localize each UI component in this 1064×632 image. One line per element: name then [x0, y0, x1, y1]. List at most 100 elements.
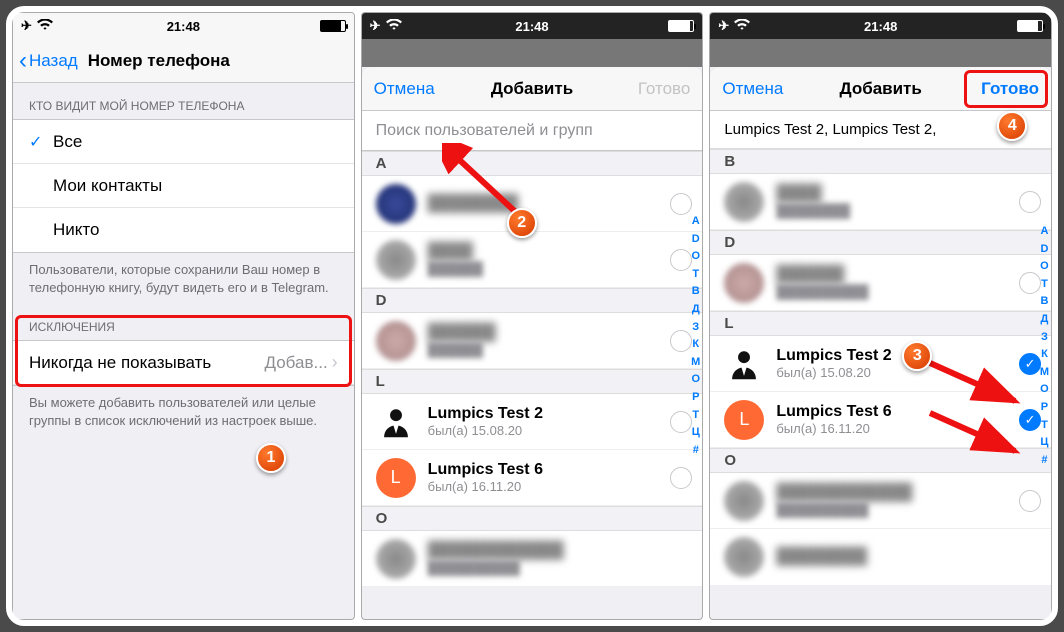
alpha-index-letter[interactable]: Д: [691, 301, 700, 319]
avatar: [376, 240, 416, 280]
back-label: Назад: [29, 51, 78, 71]
alpha-index-letter[interactable]: D: [691, 231, 700, 249]
battery-icon: [320, 20, 346, 32]
done-button[interactable]: Готово: [969, 79, 1051, 99]
alpha-index-letter[interactable]: T: [691, 266, 700, 284]
contact-row[interactable]: ████ ████████: [710, 174, 1051, 230]
contact-status: был(а) 16.11.20: [428, 479, 665, 494]
alpha-index-letter[interactable]: T: [1040, 276, 1049, 294]
select-circle[interactable]: [670, 249, 692, 271]
status-time: 21:48: [167, 19, 200, 34]
alpha-index-letter[interactable]: Т: [1040, 417, 1049, 435]
section-header-exceptions: ИСКЛЮЧЕНИЯ: [13, 304, 354, 340]
alpha-index-letter[interactable]: #: [1040, 452, 1049, 470]
status-time: 21:48: [515, 19, 548, 34]
option-label: Никто: [53, 220, 99, 240]
select-circle-checked[interactable]: ✓: [1019, 409, 1041, 431]
alpha-index-letter[interactable]: В: [691, 283, 700, 301]
contact-lumpics-6[interactable]: L Lumpics Test 6 был(а) 16.11.20: [362, 450, 703, 506]
alpha-index-letter[interactable]: О: [691, 371, 700, 389]
index-l: L: [710, 311, 1051, 336]
select-circle[interactable]: [1019, 272, 1041, 294]
annotation-marker-1: 1: [256, 443, 286, 473]
cancel-button[interactable]: Отмена: [362, 79, 447, 99]
alpha-index-letter[interactable]: A: [691, 213, 700, 231]
alpha-index-letter[interactable]: З: [691, 319, 700, 337]
contact-row[interactable]: ████████████ ██████████: [362, 531, 703, 587]
cancel-button[interactable]: Отмена: [710, 79, 795, 99]
done-button[interactable]: Готово: [626, 79, 703, 99]
select-circle[interactable]: [670, 411, 692, 433]
index-a: A: [362, 151, 703, 176]
annotation-marker-2: 2: [507, 208, 537, 238]
select-circle[interactable]: [670, 330, 692, 352]
select-circle[interactable]: [1019, 490, 1041, 512]
avatar: [376, 184, 416, 224]
contact-lumpics-2[interactable]: Lumpics Test 2 был(а) 15.08.20 ✓: [710, 336, 1051, 392]
back-button[interactable]: ‹ Назад: [13, 47, 84, 75]
option-contacts[interactable]: Мои контакты: [13, 164, 354, 208]
contact-status: ██████: [428, 342, 665, 357]
contact-lumpics-6[interactable]: L Lumpics Test 6 был(а) 16.11.20 ✓: [710, 392, 1051, 448]
alpha-index-letter[interactable]: Т: [691, 407, 700, 425]
alpha-index-letter[interactable]: A: [1040, 223, 1049, 241]
contact-status: был(а) 16.11.20: [776, 421, 1013, 436]
search-placeholder: Поиск пользователей и групп: [376, 122, 593, 140]
alpha-index-letter[interactable]: Д: [1040, 311, 1049, 329]
alpha-index-letter[interactable]: #: [691, 442, 700, 460]
contact-name: Lumpics Test 2: [776, 347, 1013, 365]
alpha-index-letter[interactable]: К: [1040, 346, 1049, 364]
select-circle[interactable]: [670, 193, 692, 215]
contact-name: ██████: [776, 266, 1013, 284]
search-input[interactable]: Поиск пользователей и групп: [362, 111, 703, 151]
contact-row[interactable]: ████████: [710, 529, 1051, 585]
alpha-index-letter[interactable]: М: [691, 354, 700, 372]
avatar: [376, 539, 416, 579]
avatar-suit: [376, 402, 416, 442]
battery-icon: [1017, 20, 1043, 32]
select-circle-checked[interactable]: ✓: [1019, 353, 1041, 375]
select-circle[interactable]: [670, 467, 692, 489]
never-show-row[interactable]: Никогда не показывать Добав... ›: [13, 341, 354, 385]
avatar-suit: [724, 344, 764, 384]
alpha-index[interactable]: ADOTВДЗКМОРТЦ#: [691, 213, 700, 459]
alpha-index-letter[interactable]: Ц: [691, 424, 700, 442]
alpha-index-letter[interactable]: В: [1040, 293, 1049, 311]
contact-status: ████████: [776, 203, 1013, 218]
chevron-right-icon: ›: [332, 352, 338, 373]
contact-status: ██████████: [428, 560, 693, 575]
option-everyone[interactable]: ✓ Все: [13, 120, 354, 164]
contact-row[interactable]: ██████ ██████████: [710, 255, 1051, 311]
option-label: Мои контакты: [53, 176, 162, 196]
option-nobody[interactable]: Никто: [13, 208, 354, 252]
section-header-visibility: КТО ВИДИТ МОЙ НОМЕР ТЕЛЕФОНА: [13, 83, 354, 119]
alpha-index-letter[interactable]: O: [691, 248, 700, 266]
contact-lumpics-2[interactable]: Lumpics Test 2 был(а) 15.08.20: [362, 394, 703, 450]
status-bar: ✈ 21:48: [13, 13, 354, 39]
select-circle[interactable]: [1019, 191, 1041, 213]
alpha-index-letter[interactable]: D: [1040, 241, 1049, 259]
alpha-index-letter[interactable]: Ц: [1040, 434, 1049, 452]
contact-status: ██████████: [776, 284, 1013, 299]
status-bar: ✈ 21:48: [362, 13, 703, 39]
status-time: 21:48: [864, 19, 897, 34]
contact-row[interactable]: ████████████ ██████████: [710, 473, 1051, 529]
contact-row[interactable]: ██████ ██████: [362, 313, 703, 369]
alpha-index-letter[interactable]: М: [1040, 364, 1049, 382]
alpha-index-letter[interactable]: Р: [691, 389, 700, 407]
contact-row[interactable]: ████ ██████: [362, 232, 703, 288]
wifi-icon: [734, 19, 750, 34]
contact-status: ██████: [428, 261, 665, 276]
alpha-index-letter[interactable]: Р: [1040, 399, 1049, 417]
alpha-index-letter[interactable]: З: [1040, 329, 1049, 347]
alpha-index-letter[interactable]: О: [1040, 381, 1049, 399]
wifi-icon: [386, 19, 402, 34]
alpha-index[interactable]: ADOTВДЗКМОРТЦ#: [1040, 223, 1049, 469]
contact-name: ████████: [428, 195, 665, 213]
index-b: B: [710, 149, 1051, 174]
contact-status: ██████████: [776, 502, 1013, 517]
alpha-index-letter[interactable]: К: [691, 336, 700, 354]
alpha-index-letter[interactable]: O: [1040, 258, 1049, 276]
contact-status: был(а) 15.08.20: [428, 423, 665, 438]
avatar: [724, 182, 764, 222]
